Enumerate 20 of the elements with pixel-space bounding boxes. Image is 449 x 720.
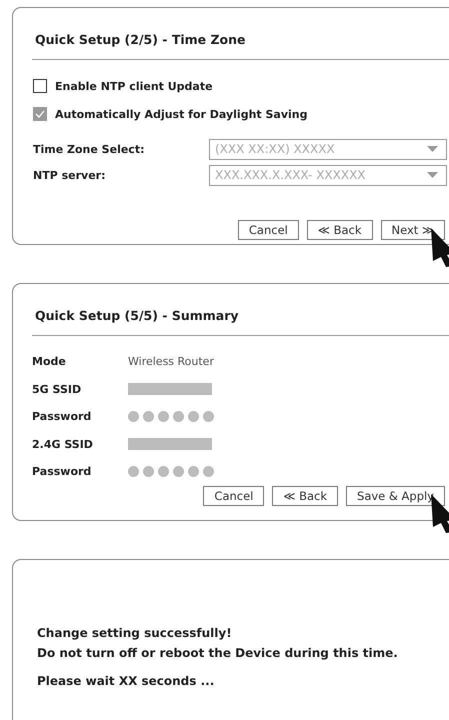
row-label: 5G SSID [32,382,82,396]
panel-title: Quick Setup (2/5) - Time Zone [34,31,247,49]
row-label: Password [32,465,92,478]
field-label: Time Zone Select: [33,142,146,156]
checkbox-label: Enable NTP client Update [55,80,213,92]
row-label: Mode [32,355,67,368]
checkbox-label: Automatically Adjust for Daylight Saving [55,108,308,120]
action-button[interactable]: ≪ Back [306,220,372,240]
row-value: Wireless Router [128,355,214,368]
action-button[interactable]: Cancel [238,220,299,240]
row-label: 2.4G SSID [32,438,94,451]
row-label: Password [32,410,92,424]
wait-message: Please wait XX seconds ... [37,674,216,688]
action-button[interactable]: Cancel [203,486,264,506]
panel-title: Quick Setup (5/5) - Summary [34,307,240,325]
status-message: Change setting successfully! [37,626,233,640]
action-button[interactable]: Save & Apply [346,486,445,506]
field-label: NTP server: [33,168,106,182]
action-button[interactable]: ≪ Back [272,486,338,506]
status-message: Do not turn off or reboot the Device during this time. [37,646,399,660]
